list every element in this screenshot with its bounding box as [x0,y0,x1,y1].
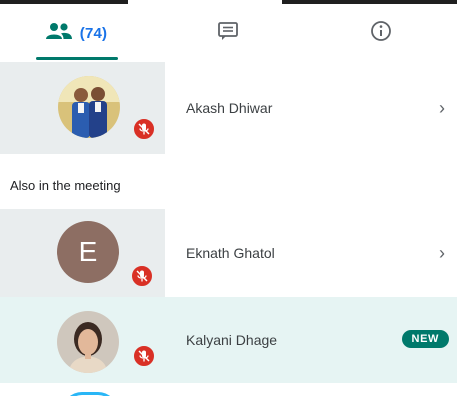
chat-icon [217,21,239,46]
participant-row[interactable]: Akash Dhiwar › [0,62,457,154]
tab-info[interactable] [304,6,457,60]
participant-row[interactable]: E Eknath Ghatol › [0,209,457,297]
mic-off-icon [130,264,154,288]
avatar [58,76,120,138]
section-label: Also in the meeting [10,178,121,193]
avatar: E [57,221,119,283]
top-edge-segment [0,0,128,4]
participant-row-partial[interactable] [0,383,457,396]
participant-row[interactable]: Kalyani Dhage NEW [0,297,457,383]
mic-off-icon [132,117,156,141]
chevron-right-icon[interactable]: › [439,243,445,264]
participant-count: (74) [79,24,108,42]
people-icon [45,22,73,45]
participant-name: Eknath Ghatol [186,245,275,261]
avatar-initial: E [78,236,98,267]
active-tab-indicator [36,57,118,60]
tab-bar: (74) [0,6,457,60]
new-badge: NEW [401,330,449,348]
tab-chat[interactable] [152,6,304,60]
top-edge-segment [282,0,457,4]
chevron-right-icon[interactable]: › [439,98,445,119]
mic-off-icon [132,344,156,368]
participant-name: Kalyani Dhage [186,332,278,348]
avatar [57,311,119,373]
participant-name: Akash Dhiwar [186,100,273,116]
info-icon [370,20,392,47]
tab-people[interactable]: (74) [0,6,152,60]
